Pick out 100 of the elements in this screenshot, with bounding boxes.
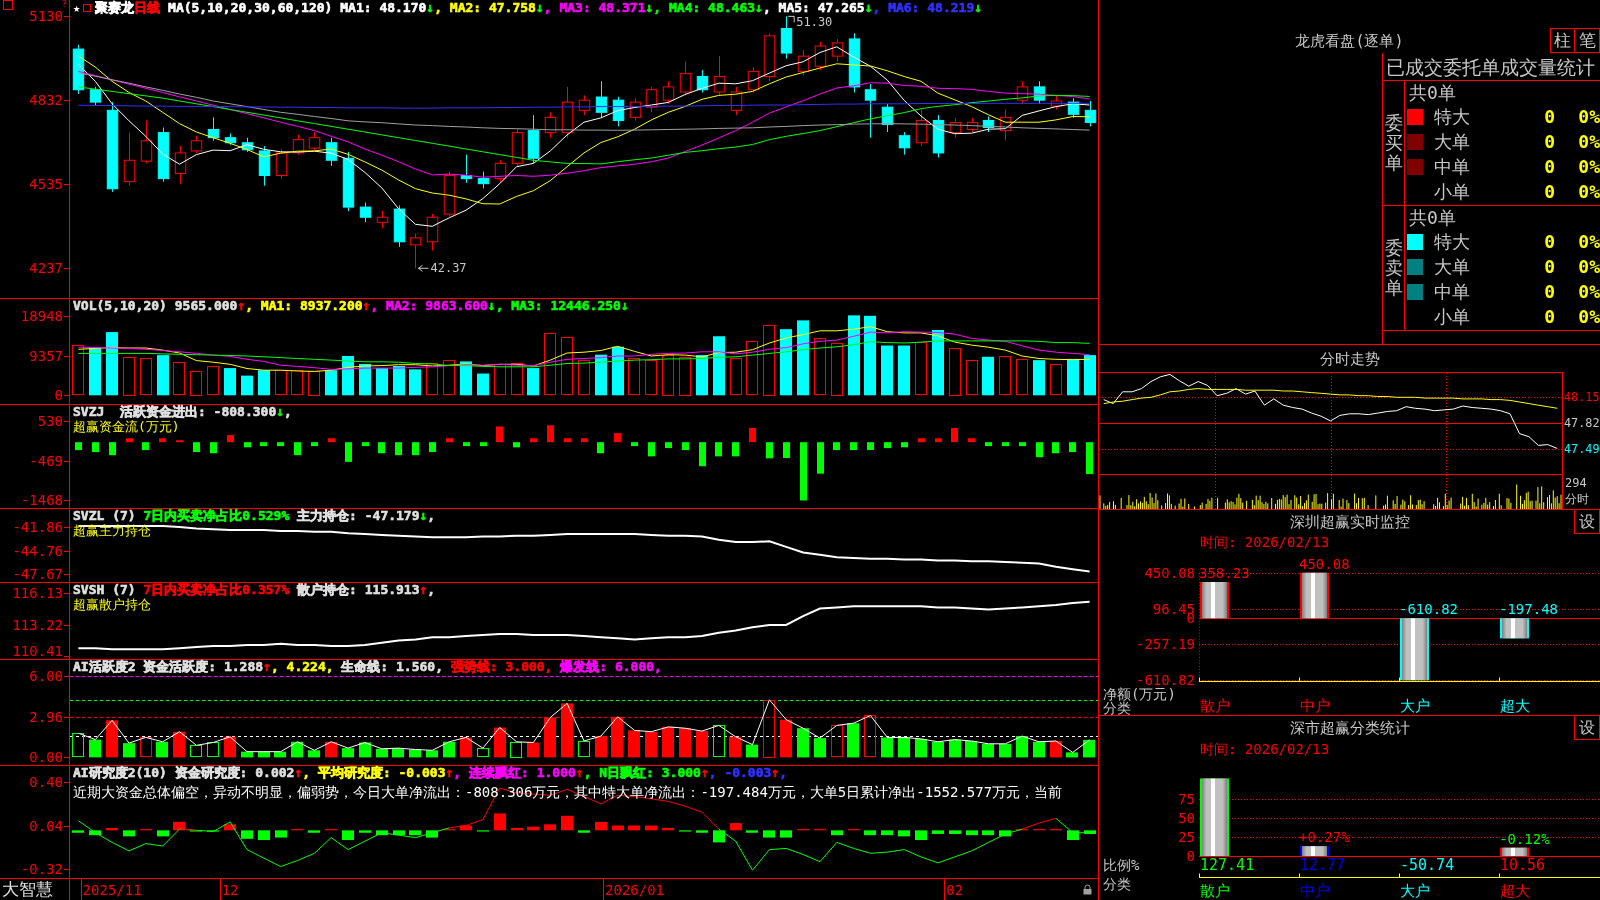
candle <box>1084 100 1097 127</box>
volume-bar <box>1016 359 1028 395</box>
indicator-text: , MA3: 48.371 <box>543 1 646 15</box>
activity-bar <box>460 737 472 758</box>
value-label: 10.56 <box>1500 857 1546 873</box>
square-icon <box>3 0 13 10</box>
order-percent: 0% <box>1578 106 1600 127</box>
research-bar <box>780 830 792 838</box>
research-bar <box>393 830 405 836</box>
axis-label: 450.08 <box>1144 564 1195 581</box>
candle <box>696 69 709 94</box>
flow-bar <box>395 442 402 456</box>
settings-button[interactable]: 设 <box>1574 510 1600 534</box>
research-bar <box>123 830 135 837</box>
time-label: 时间: 2026/02/13 <box>1200 740 1330 757</box>
volume-bar <box>780 329 792 396</box>
candle <box>629 97 642 122</box>
activity-bar <box>814 738 826 758</box>
order-percent: 0% <box>1578 306 1600 327</box>
chart-type-button[interactable]: 柱 <box>1550 28 1575 53</box>
candle <box>982 116 995 133</box>
research-bar <box>72 830 84 833</box>
activity-bar <box>679 728 691 758</box>
indicator-text: 主力持仓: -47.179 <box>296 509 420 523</box>
panel-title: 龙虎看盘(逐单) <box>1295 32 1404 52</box>
volume-bar <box>72 345 84 395</box>
axis-label: -257.19 <box>1136 636 1195 653</box>
volume-bar <box>494 364 506 395</box>
order-count: 0 <box>1544 256 1555 277</box>
axis-label: -469 <box>29 452 63 469</box>
chart-type-button[interactable]: 笔 <box>1575 28 1600 53</box>
activity-bar <box>359 742 371 758</box>
indicator-text: ↑ <box>771 766 780 780</box>
activity-bar <box>190 745 202 757</box>
indicator-text: ↓ <box>535 1 544 15</box>
activity-bar <box>1083 739 1095 758</box>
flow-bar <box>513 442 520 448</box>
flow-bar <box>530 438 537 443</box>
volume-bar <box>578 360 590 395</box>
volume-bar <box>527 368 539 396</box>
net-amount-bar <box>1400 618 1429 681</box>
axis-label: 113.22 <box>12 616 63 633</box>
indicator-text: SVZL (7) <box>73 509 137 523</box>
candle <box>89 86 102 106</box>
flow-bar <box>1086 442 1093 475</box>
research-bar <box>898 830 910 837</box>
order-type: 特大 <box>1434 106 1470 127</box>
research-bar <box>763 830 775 838</box>
flow-bar <box>480 442 487 447</box>
settings-button[interactable]: 设 <box>1574 716 1600 740</box>
activity-bar <box>881 737 893 758</box>
activity-bar <box>864 715 876 757</box>
flow-bar <box>176 440 183 443</box>
arrow-icon <box>418 264 429 272</box>
axis-label: -41.86 <box>12 519 63 536</box>
axis-label: -610.82 <box>1136 672 1195 689</box>
volume-bar <box>915 342 927 395</box>
indicator-text: 散户持仓: 115.913 <box>296 583 420 597</box>
order-count: 0 <box>1544 181 1555 202</box>
candle <box>376 210 389 229</box>
order-percent: 0% <box>1578 256 1600 277</box>
volume-bar <box>359 363 371 396</box>
candle <box>949 117 962 139</box>
category-label: 中户 <box>1300 882 1330 900</box>
activity-bar <box>308 750 320 758</box>
activity-bar <box>409 749 421 758</box>
volume-bar <box>831 343 843 396</box>
question-mark[interactable]: ? <box>61 0 67 9</box>
research-bar <box>864 830 876 836</box>
flow-bar <box>193 442 200 453</box>
flow-bar <box>92 442 99 453</box>
candle <box>864 83 877 139</box>
volume-bar <box>561 337 573 395</box>
activity-bar <box>443 741 455 758</box>
axis-title: 比例% <box>1103 857 1140 873</box>
research-bar <box>494 813 506 831</box>
research-bar <box>966 830 978 836</box>
indicator-text: ↓ <box>419 509 428 523</box>
order-type: 中单 <box>1434 281 1470 302</box>
order-type: 大单 <box>1434 256 1470 277</box>
research-bar <box>426 830 438 838</box>
volume-bar <box>190 371 202 396</box>
volume-bar <box>544 333 556 395</box>
order-count: 0 <box>1544 106 1555 127</box>
order-count: 0 <box>1544 306 1555 327</box>
axis-title: 净额(万元) <box>1103 686 1176 702</box>
indicator-text: 聚赛龙 <box>95 1 135 15</box>
activity-bar <box>544 717 556 758</box>
candle <box>224 132 237 146</box>
indicator-text: ↑ <box>237 299 246 313</box>
activity-bar <box>106 720 118 758</box>
candle <box>409 233 422 269</box>
order-count: 0 <box>1544 131 1555 152</box>
flow-bar <box>1002 442 1009 447</box>
candle <box>527 114 540 164</box>
candle <box>679 61 692 96</box>
lock-icon[interactable] <box>1083 884 1092 895</box>
flow-bar <box>463 442 470 447</box>
candle <box>578 94 591 116</box>
volume-bar <box>511 363 523 395</box>
